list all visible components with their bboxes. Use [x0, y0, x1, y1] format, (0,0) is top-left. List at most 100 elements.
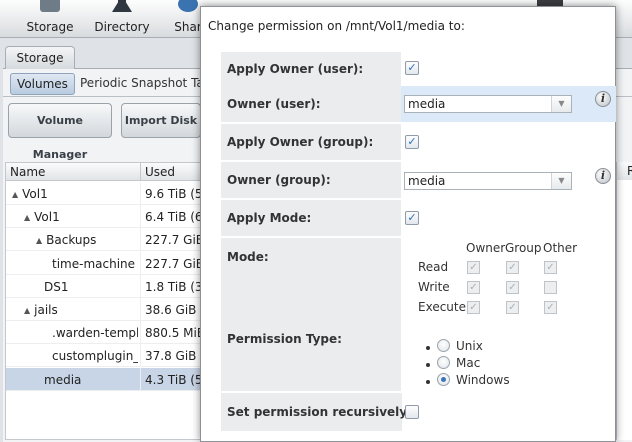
- checkmark-icon: ✓: [407, 135, 417, 148]
- radio-windows[interactable]: [437, 373, 450, 386]
- execute-owner-checkbox[interactable]: ✓: [467, 301, 480, 314]
- column-header-used[interactable]: Used: [145, 165, 175, 179]
- radio-mac[interactable]: [437, 356, 450, 369]
- write-group-checkbox[interactable]: ✓: [506, 281, 519, 294]
- row-used: 9.6 TiB (5: [145, 187, 203, 201]
- table-row[interactable]: media 4.3 TiB (5: [6, 367, 203, 391]
- row-name-text: Vol1: [22, 187, 48, 201]
- checkmark-icon: ✓: [508, 302, 517, 313]
- row-used: 38.6 GiB (: [145, 303, 203, 317]
- table-row[interactable]: .warden-templa 880.5 MiB: [6, 321, 203, 345]
- chevron-down-icon[interactable]: ▼: [551, 96, 571, 112]
- table-row[interactable]: ▲ Backups 227.7 GiB: [6, 228, 203, 252]
- owner-group-row: Owner (group): media ▼: [221, 162, 616, 198]
- mode-column-owner: Owner: [466, 241, 506, 255]
- row-name: ▲ Vol1: [12, 187, 138, 201]
- table-row[interactable]: DS1 1.8 TiB (3: [6, 274, 203, 298]
- storage-toolbar-button[interactable]: Storage: [20, 0, 80, 38]
- owner-group-info-icon[interactable]: i: [595, 168, 611, 184]
- apply-owner-group-row: Apply Owner (group): ✓: [221, 124, 616, 160]
- expand-triangle-icon[interactable]: ▲: [12, 190, 18, 199]
- recursive-checkbox[interactable]: [405, 405, 419, 419]
- import-disk-button[interactable]: Import Disk: [121, 103, 201, 138]
- owner-user-value: media: [408, 97, 446, 111]
- apply-owner-user-row: Apply Owner (user): ✓: [221, 52, 616, 86]
- table-row[interactable]: customplugin_1 37.8 GiB (: [6, 344, 203, 368]
- bullet-icon: [426, 380, 430, 384]
- checkmark-icon: ✓: [508, 282, 517, 293]
- dialog-title: Change permission on /mnt/Vol1/media to:: [208, 19, 465, 33]
- subtab-periodic-snapshot[interactable]: Periodic Snapshot Tas: [80, 76, 210, 90]
- column-separator: [140, 367, 141, 391]
- column-separator: [140, 163, 141, 181]
- write-other-checkbox[interactable]: [544, 281, 557, 294]
- column-separator: [140, 274, 141, 298]
- column-separator: [140, 182, 141, 205]
- checkmark-icon: ✓: [407, 211, 417, 224]
- read-other-checkbox[interactable]: ✓: [544, 261, 557, 274]
- apply-owner-group-checkbox[interactable]: ✓: [405, 135, 419, 149]
- apply-owner-user-checkbox[interactable]: ✓: [405, 61, 419, 75]
- row-name-text: DS1: [44, 279, 69, 294]
- apply-owner-group-label: Apply Owner (group):: [227, 135, 374, 149]
- bullet-icon: [426, 363, 430, 367]
- directory-toolbar-label: Directory: [94, 20, 150, 34]
- grid-right-columns: R: [616, 162, 632, 440]
- chevron-down-icon[interactable]: ▼: [551, 173, 571, 189]
- row-name-text: time-machine: [52, 256, 136, 271]
- table-row[interactable]: ▲ Vol1 6.4 TiB (6: [6, 205, 203, 229]
- permission-type-row: Permission Type:: [221, 322, 616, 391]
- row-used: 880.5 MiB: [145, 326, 203, 341]
- apply-mode-row: Apply Mode: ✓: [221, 200, 616, 236]
- recursive-row: Set permission recursively:: [221, 393, 616, 431]
- owner-group-select[interactable]: media ▼: [404, 172, 572, 190]
- column-separator: [140, 205, 141, 229]
- grid-right-header: R: [617, 162, 632, 180]
- radio-mac-label: Mac: [456, 356, 481, 370]
- checkmark-icon: ✓: [546, 302, 555, 313]
- row-used: 227.7 GiB: [145, 256, 203, 271]
- expand-triangle-icon[interactable]: ▲: [36, 236, 42, 245]
- radio-unix[interactable]: [437, 339, 450, 352]
- column-header-name[interactable]: Name: [10, 165, 45, 179]
- row-used: 4.3 TiB (5: [145, 372, 203, 387]
- expand-triangle-icon[interactable]: ▲: [24, 213, 30, 222]
- change-permission-dialog: Change permission on /mnt/Vol1/media to:…: [200, 6, 616, 442]
- row-name-text: jails: [34, 303, 58, 317]
- row-used: 37.8 GiB (: [145, 349, 203, 364]
- column-separator: [140, 251, 141, 275]
- read-owner-checkbox[interactable]: ✓: [467, 261, 480, 274]
- checkmark-icon: ✓: [469, 262, 478, 273]
- row-name: customplugin_1: [52, 349, 138, 363]
- volume-manager-button[interactable]: Volume Manager: [8, 103, 112, 161]
- table-row[interactable]: ▲ Vol1 9.6 TiB (5: [6, 182, 203, 205]
- directory-toolbar-button[interactable]: Directory: [90, 0, 154, 38]
- apply-mode-checkbox[interactable]: ✓: [405, 211, 419, 225]
- read-group-checkbox[interactable]: ✓: [506, 261, 519, 274]
- execute-group-checkbox[interactable]: ✓: [506, 301, 519, 314]
- owner-user-select[interactable]: media ▼: [404, 95, 572, 113]
- row-name: time-machine: [52, 257, 138, 271]
- grid-header: Name Used: [6, 163, 203, 181]
- mode-row-execute-label: Execute: [418, 300, 466, 314]
- column-separator: [140, 298, 141, 321]
- execute-other-checkbox[interactable]: ✓: [544, 301, 557, 314]
- apply-mode-label: Apply Mode:: [227, 211, 312, 225]
- row-name-text: customplugin_1: [52, 349, 138, 364]
- expand-triangle-icon[interactable]: ▲: [24, 306, 30, 315]
- tab-storage[interactable]: Storage: [5, 46, 75, 69]
- directory-icon: [112, 0, 132, 12]
- row-name: .warden-templa: [52, 326, 138, 340]
- row-name: ▲ jails: [24, 303, 138, 317]
- mode-column-other: Other: [543, 241, 578, 255]
- owner-user-info-icon[interactable]: i: [595, 91, 611, 107]
- row-name-text: Vol1: [34, 210, 60, 225]
- bullet-icon: [426, 346, 430, 350]
- storage-icon: [40, 0, 60, 12]
- table-row[interactable]: time-machine 227.7 GiB: [6, 251, 203, 275]
- column-header-right[interactable]: R: [627, 164, 632, 178]
- subtab-volumes[interactable]: Volumes: [10, 73, 75, 95]
- mode-label: Mode:: [227, 250, 269, 264]
- table-row[interactable]: ▲ jails 38.6 GiB (: [6, 298, 203, 321]
- write-owner-checkbox[interactable]: ✓: [467, 281, 480, 294]
